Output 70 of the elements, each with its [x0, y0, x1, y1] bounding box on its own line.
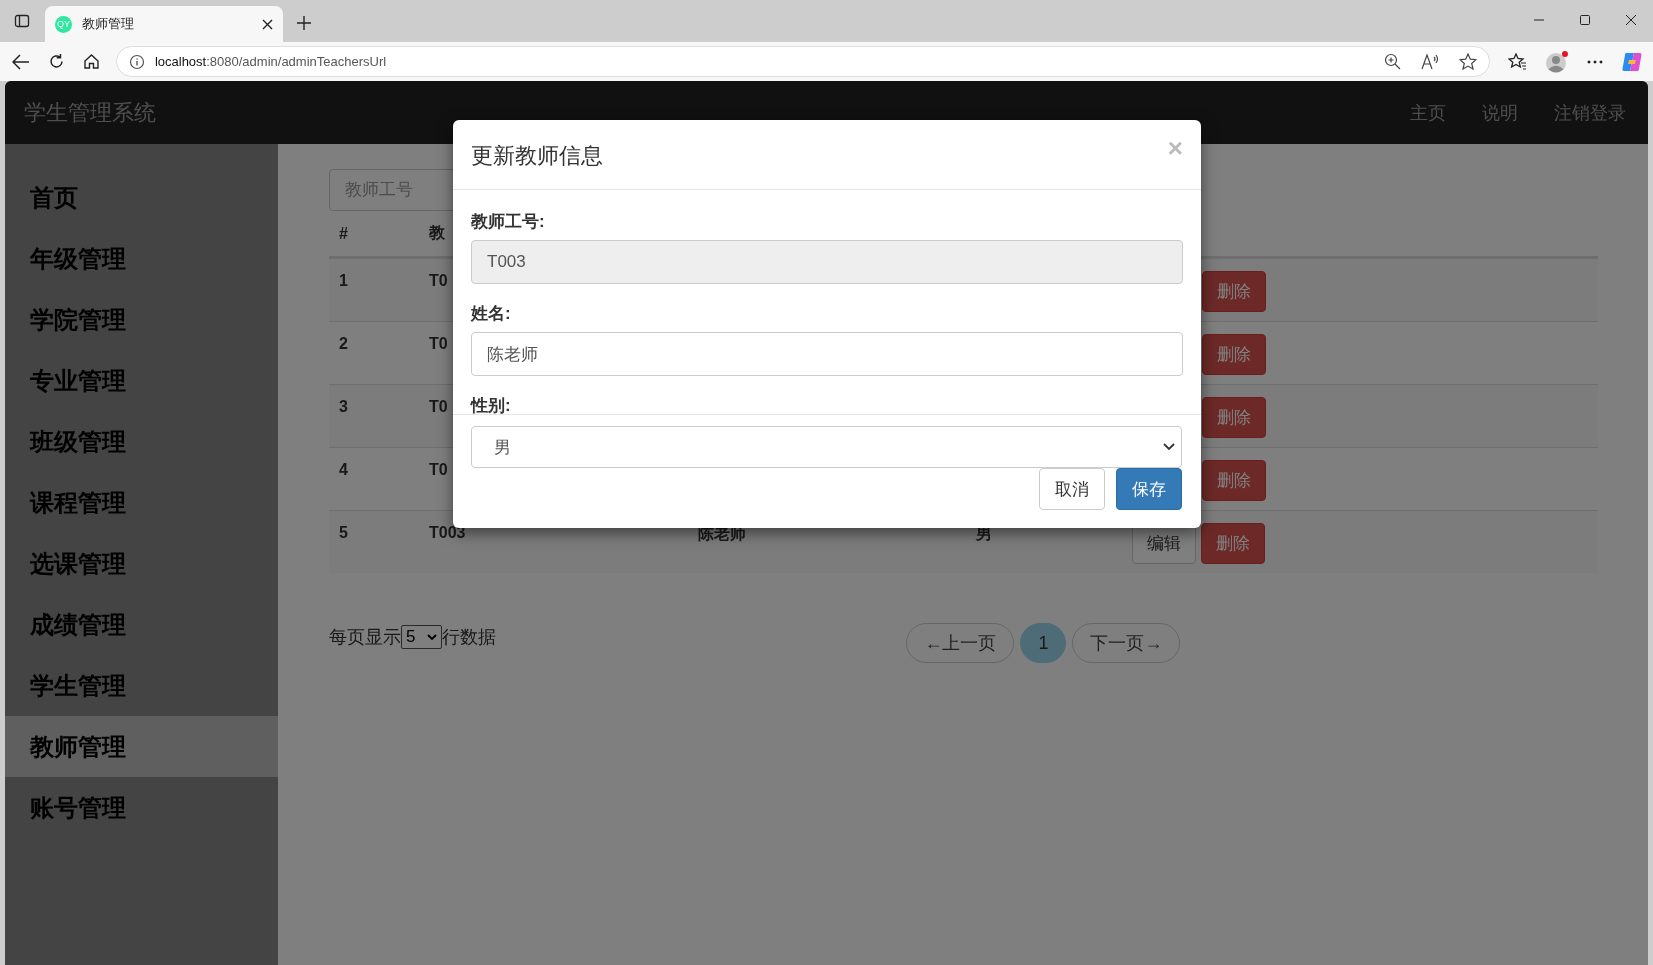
copilot-icon[interactable] [1621, 50, 1643, 73]
table-cell: T0 [429, 398, 448, 415]
sidebar-item[interactable]: 成绩管理 [5, 594, 278, 655]
column-header: 教 [428, 223, 446, 243]
sidebar-toggle-icon[interactable] [14, 13, 30, 29]
info-icon[interactable] [128, 53, 145, 70]
page-number-button[interactable]: 1 [1020, 623, 1067, 663]
new-tab-icon[interactable] [297, 16, 311, 30]
sidebar-item[interactable]: 选课管理 [5, 533, 278, 594]
sidebar-item[interactable]: 专业管理 [5, 350, 278, 411]
refresh-icon[interactable] [47, 53, 65, 70]
sidebar-item[interactable]: 年级管理 [5, 228, 278, 289]
delete-button[interactable]: 删除 [1202, 334, 1266, 375]
delete-button[interactable]: 删除 [1201, 523, 1265, 564]
save-button[interactable]: 保存 [1116, 468, 1182, 510]
sidebar-item[interactable]: 账号管理 [5, 777, 278, 838]
table-cell: T0 [429, 335, 448, 352]
close-icon[interactable] [1625, 14, 1637, 26]
brand-title[interactable]: 学生管理系统 [24, 97, 156, 128]
close-icon[interactable] [262, 18, 273, 30]
page-size-label: 每页显示 [329, 626, 401, 649]
table-cell: 4 [339, 461, 348, 478]
previous-page-button[interactable]: ←上一页 [906, 623, 1015, 663]
select-field[interactable]: 男 [471, 426, 1182, 468]
table-cell: 3 [339, 398, 348, 415]
delete-button[interactable]: 删除 [1202, 271, 1266, 312]
maximize-icon[interactable] [1579, 14, 1591, 26]
browser-tab[interactable]: QY 教师管理 [45, 6, 283, 42]
nav-link[interactable]: 说明 [1482, 100, 1518, 125]
url-text: localhost:8080/admin/adminTeachersUrl [154, 54, 387, 69]
field-label: 姓名: [471, 303, 512, 322]
table-cell: T003 [429, 524, 466, 541]
field-label: 教师工号: [471, 211, 546, 230]
field-label: 性别: [471, 395, 512, 414]
home-icon[interactable] [82, 53, 100, 70]
star-icon[interactable] [1459, 53, 1478, 70]
favorites-icon[interactable] [1508, 53, 1528, 70]
cancel-button[interactable]: 取消 [1039, 468, 1105, 510]
sidebar-item[interactable]: 教师管理 [5, 716, 278, 777]
delete-button[interactable]: 删除 [1202, 397, 1266, 438]
next-page-button[interactable]: 下一页→ [1072, 623, 1181, 663]
more-icon[interactable] [1587, 59, 1604, 64]
nav-link[interactable]: 注销登录 [1554, 100, 1626, 125]
sidebar-item[interactable]: 班级管理 [5, 411, 278, 472]
column-header: # [338, 224, 349, 243]
modal-title: 更新教师信息 [471, 142, 604, 170]
tab-title: 教师管理 [82, 15, 135, 33]
favicon: QY [55, 15, 72, 33]
close-button[interactable]: × [1167, 133, 1183, 164]
address-bar[interactable]: localhost:8080/admin/adminTeachersUrl [115, 46, 1491, 77]
table-cell: T0 [429, 461, 448, 478]
zoom-in-icon[interactable] [1384, 53, 1402, 70]
table-cell: 2 [339, 335, 348, 352]
table-cell: 5 [339, 524, 348, 541]
chevron-down-icon [427, 633, 438, 641]
sidebar-item[interactable]: 首页 [5, 167, 278, 228]
sidebar-item[interactable]: 学院管理 [5, 289, 278, 350]
back-icon[interactable] [12, 53, 30, 70]
table-cell: 1 [339, 272, 348, 289]
read-aloud-icon[interactable] [1421, 53, 1440, 70]
page-size-label: 行数据 [442, 626, 497, 649]
input-field[interactable]: 陈老师 [471, 332, 1183, 376]
delete-button[interactable]: 删除 [1202, 460, 1266, 501]
sidebar-item[interactable]: 课程管理 [5, 472, 278, 533]
nav-link[interactable]: 主页 [1410, 100, 1446, 125]
sidebar-item[interactable]: 学生管理 [5, 655, 278, 716]
table-cell: T0 [429, 272, 448, 289]
chevron-down-icon [1163, 443, 1175, 451]
page-size-select[interactable]: 5 [401, 625, 443, 649]
profile-avatar-icon[interactable] [1545, 49, 1570, 74]
